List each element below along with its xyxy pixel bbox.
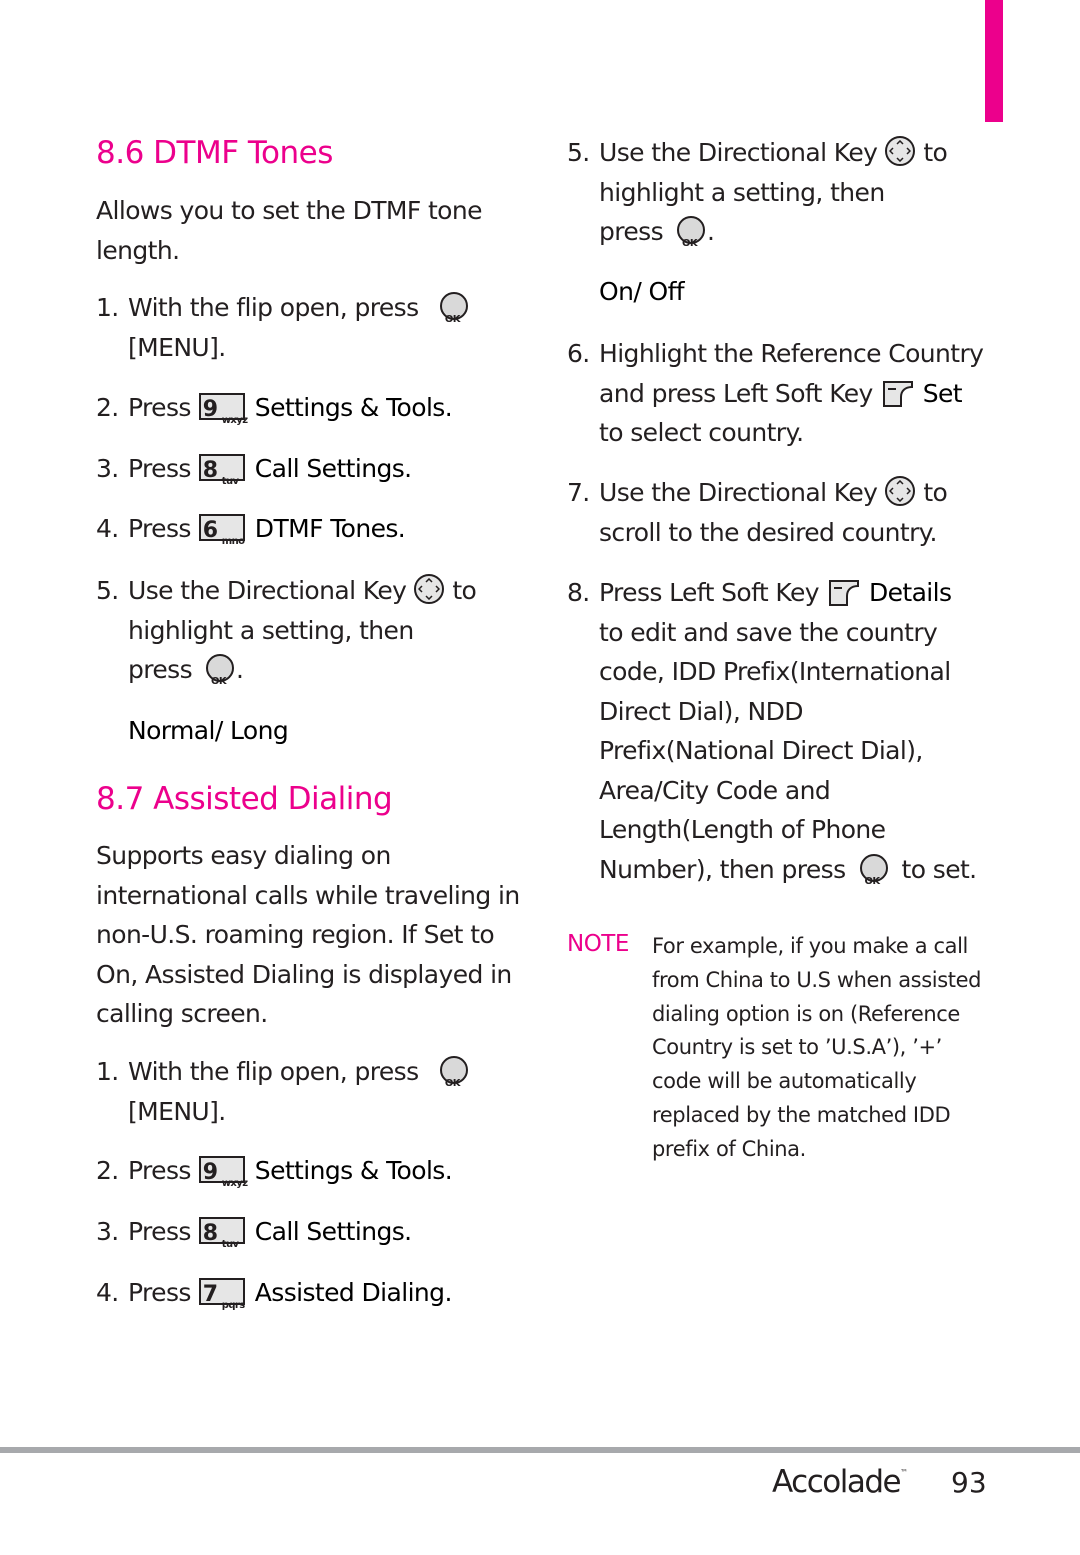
key-8-icon: 8 tuv [198,453,245,487]
dtmf-step-1: 1. With the flip open, press [MENU]. [96,288,474,367]
note-label: NOTE [567,931,629,957]
dtmf-options: Normal/ Long [128,716,289,745]
section-title-assisted-dialing: 8.7 Assisted Dialing [96,781,393,817]
dtmf-step-3: 3. Press 8 tuv Call Settings. [96,453,412,487]
ok-key-icon [439,1056,468,1104]
dtmf-intro-line1: Allows you to set the DTMF tone [96,196,483,225]
assisted-step-1: 1. With the flip open, press [MENU]. [96,1052,474,1131]
footer-rule [0,1447,1080,1453]
key-7-icon: 7 pqrs [198,1277,245,1311]
note-text: For example, if you make a call from Chi… [652,934,982,1161]
section-title-dtmf: 8.6 DTMF Tones [96,135,333,171]
assisted-step-2: 2. Press 9 wxyz Settings & Tools. [96,1155,453,1189]
ok-key-icon [206,654,235,702]
assisted-options: On/ Off [599,277,685,306]
dtmf-step-5: 5. Use the Directional Key to highlight a… [96,571,477,702]
assisted-step-5: 5. Use the Directional Key to highlight a… [567,133,948,264]
ok-key-icon [859,853,888,901]
key-9-icon: 9 wxyz [198,392,248,426]
assisted-step-6: 6. Highlight the Reference Country and p… [567,339,984,447]
page-number: 93 [951,1466,987,1499]
assisted-intro: Supports easy dialing on international c… [96,841,520,1028]
left-soft-key-icon [882,379,913,407]
key-6-icon: 6 mno [198,513,245,547]
left-soft-key-icon [828,578,859,606]
section-tab-marker [985,0,1003,122]
assisted-step-7: 7. Use the Directional Key to scroll to t… [567,476,948,547]
dtmf-step-4: 4. Press 6 mno DTMF Tones. [96,513,406,547]
ok-key-icon [439,292,468,340]
brand-logo: Accolade™ [772,1464,908,1500]
directional-key-icon [414,574,445,604]
ok-key-icon [677,216,706,264]
directional-key-icon [885,136,916,166]
assisted-step-4: 4. Press 7 pqrs Assisted Dialing. [96,1277,452,1311]
dtmf-step-2: 2. Press 9 wxyz Settings & Tools. [96,392,453,426]
directional-key-icon [885,476,916,506]
dtmf-intro-line2: length. [96,236,180,265]
key-8-icon: 8 tuv [198,1216,245,1250]
key-9-icon: 9 wxyz [198,1155,248,1189]
assisted-step-8: 8. Press Left Soft Key Details to edit an… [567,573,977,901]
assisted-step-3: 3. Press 8 tuv Call Settings. [96,1216,412,1250]
